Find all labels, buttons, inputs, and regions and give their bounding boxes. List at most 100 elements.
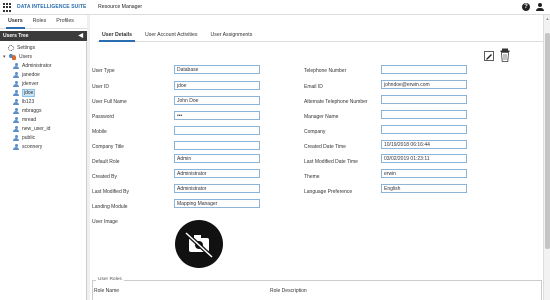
- tab-users[interactable]: Users: [3, 15, 28, 29]
- tree-label: Settings: [17, 45, 36, 51]
- theme-label: Theme: [304, 174, 320, 180]
- tree-label: public: [22, 135, 36, 141]
- suite-name: DATA INTELLIGENCE SUITE: [17, 4, 87, 10]
- user-icon: [13, 108, 19, 114]
- landing-module-label: Landing Module: [92, 204, 128, 210]
- tree-label: lb123: [22, 99, 35, 105]
- tree-item-user[interactable]: public: [13, 134, 35, 142]
- default-role-label: Default Role: [92, 159, 120, 165]
- email-id-field[interactable]: johndoe@erwin.com: [381, 80, 467, 89]
- tree-item-user[interactable]: Administrator: [13, 62, 51, 70]
- tree-item-user[interactable]: sconnery: [13, 143, 42, 151]
- user-full-name-label: User Full Name: [92, 99, 127, 105]
- tree-label: new_user_id: [22, 126, 51, 132]
- company-title-field[interactable]: [174, 141, 260, 150]
- tab-profiles[interactable]: Profiles: [51, 15, 79, 28]
- main-tab-bar: User Details User Account Activities Use…: [97, 29, 550, 42]
- app-title: Resource Manager: [98, 4, 143, 10]
- tree-label: jdenver: [22, 81, 39, 87]
- users-tree-header: Users Tree ◀: [0, 31, 87, 41]
- top-bar: DATA INTELLIGENCE SUITE Resource Manager…: [0, 0, 550, 15]
- tree-label: janedoe: [22, 72, 40, 78]
- tree-item-user[interactable]: mbraggs: [13, 107, 41, 115]
- user-image-label: User Image: [92, 219, 118, 225]
- user-roles-section: [92, 280, 542, 300]
- scrollbar-thumb[interactable]: [545, 33, 550, 249]
- created-by-field[interactable]: Administrator: [174, 169, 260, 178]
- user-type-field[interactable]: Database: [174, 65, 260, 74]
- tab-user-account-activities[interactable]: User Account Activities: [140, 29, 202, 41]
- user-icon: [13, 63, 19, 69]
- tree-item-user[interactable]: janedoe: [13, 71, 40, 79]
- user-full-name-field[interactable]: John Doe: [174, 96, 260, 105]
- telephone-number-label: Telephone Number: [304, 68, 347, 74]
- user-icon: [13, 72, 19, 78]
- scroll-up-icon[interactable]: ▲: [545, 16, 550, 21]
- default-role-field[interactable]: Admin: [174, 154, 260, 163]
- tree-label: mread: [22, 117, 37, 123]
- user-roles-legend: User Roles: [96, 277, 124, 282]
- company-field[interactable]: [381, 125, 467, 134]
- tree-label: jdoe: [22, 89, 36, 97]
- landing-module-field[interactable]: Mapping Manager: [174, 199, 260, 208]
- user-id-label: User ID: [92, 84, 109, 90]
- app-grid-icon[interactable]: [3, 3, 12, 12]
- manager-name-field[interactable]: [381, 110, 467, 119]
- tab-user-details[interactable]: User Details: [97, 29, 137, 42]
- password-label: Password: [92, 114, 114, 120]
- main-scrollbar[interactable]: ▲: [543, 15, 550, 300]
- edit-icon[interactable]: [484, 51, 494, 61]
- manager-name-label: Manager Name: [304, 114, 339, 120]
- tab-user-assignments[interactable]: User Assignments: [205, 29, 257, 41]
- user-icon: [13, 81, 19, 87]
- user-icon: [13, 99, 19, 105]
- tree-label: Administrator: [22, 63, 52, 69]
- user-profile-icon[interactable]: [536, 3, 544, 11]
- tree-item-user[interactable]: lb123: [13, 98, 34, 106]
- no-image-icon[interactable]: [175, 220, 223, 268]
- company-label: Company: [304, 129, 326, 135]
- tree-item-user[interactable]: mread: [13, 116, 36, 124]
- users-tree: Settings ▾ Users Administrator janedoe j…: [0, 42, 87, 300]
- user-type-label: User Type: [92, 68, 115, 74]
- user-id-field[interactable]: jdoe: [174, 81, 260, 90]
- last-modified-by-label: Last Modified By: [92, 189, 129, 195]
- user-icon: [13, 144, 19, 150]
- password-field[interactable]: •••: [174, 111, 260, 120]
- user-icon: [13, 117, 19, 123]
- help-icon[interactable]: ?: [522, 3, 530, 11]
- user-icon: [13, 90, 19, 96]
- alt-telephone-field[interactable]: [381, 95, 467, 104]
- tree-item-user[interactable]: new_user_id: [13, 125, 50, 133]
- delete-icon[interactable]: [500, 48, 510, 62]
- language-preference-field[interactable]: English: [381, 184, 467, 193]
- mobile-label: Mobile: [92, 129, 107, 135]
- user-group-icon: [9, 54, 16, 60]
- users-tree-title: Users Tree: [3, 33, 29, 39]
- company-title-label: Company Title: [92, 144, 124, 150]
- last-modified-date-time-field[interactable]: 03/02/2019 01:23:11: [381, 154, 467, 163]
- tree-label: Users: [19, 54, 33, 60]
- email-id-label: Email ID: [304, 84, 323, 90]
- tree-item-settings[interactable]: Settings: [8, 44, 35, 52]
- tree-label: sconnery: [22, 144, 43, 150]
- tab-roles[interactable]: Roles: [28, 15, 52, 28]
- left-panel-scrollbar[interactable]: [87, 15, 90, 300]
- role-description-column-header[interactable]: Role Description: [270, 288, 307, 294]
- expand-toggle-icon[interactable]: ▾: [3, 54, 7, 60]
- tree-item-user[interactable]: jdenver: [13, 80, 38, 88]
- role-name-column-header[interactable]: Role Name: [94, 288, 119, 294]
- alt-telephone-label: Alternate Telephone Number: [304, 99, 368, 105]
- tree-item-user-selected[interactable]: jdoe: [13, 89, 36, 97]
- gear-icon: [8, 45, 14, 51]
- theme-field[interactable]: erwin: [381, 169, 467, 178]
- created-date-time-label: Created Date Time: [304, 144, 346, 150]
- mobile-field[interactable]: [174, 126, 260, 135]
- left-tab-bar: Users Roles Profiles: [0, 15, 87, 29]
- telephone-number-field[interactable]: [381, 65, 467, 74]
- tree-item-users-root[interactable]: ▾ Users: [3, 53, 32, 61]
- collapse-panel-icon[interactable]: ◀: [78, 33, 83, 39]
- last-modified-by-field[interactable]: Administrator: [174, 184, 260, 193]
- tree-label: mbraggs: [22, 108, 42, 114]
- created-date-time-field[interactable]: 10/19/2018 06:16:44: [381, 140, 467, 149]
